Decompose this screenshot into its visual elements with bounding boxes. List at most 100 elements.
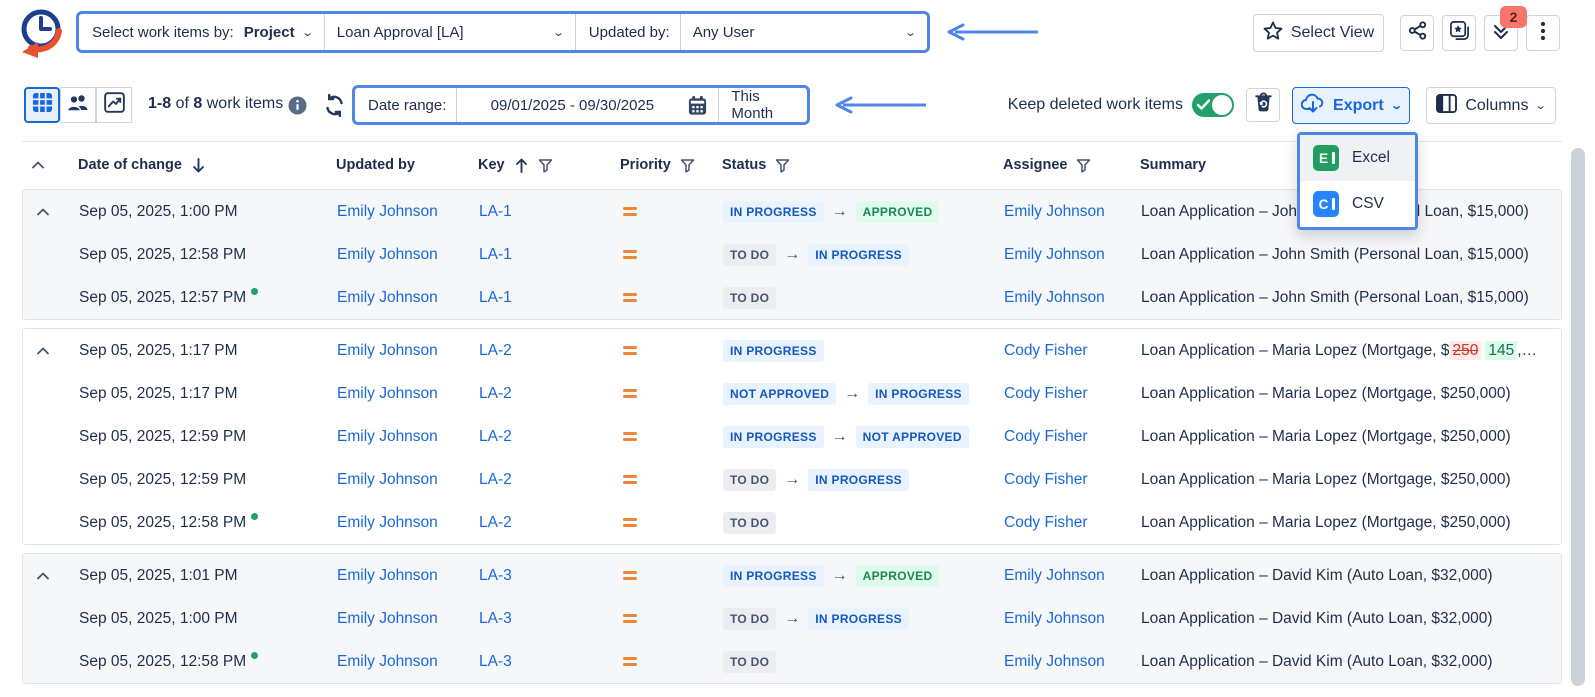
date-of-change: Sep 05, 2025, 1:01 PM	[79, 554, 238, 597]
toggle-knob	[1212, 95, 1232, 115]
refresh-icon[interactable]	[324, 94, 345, 122]
work-item-key-link[interactable]: LA-3	[479, 597, 512, 640]
work-item-key-link[interactable]: LA-3	[479, 640, 512, 683]
assignee-user-link[interactable]: Cody Fisher	[1004, 329, 1088, 372]
collapse-all-rows-chevron[interactable]	[32, 142, 44, 188]
work-item-key-link[interactable]: LA-3	[479, 554, 512, 597]
assignee-user-link[interactable]: Emily Johnson	[1004, 554, 1105, 597]
updated-by-user-link[interactable]: Emily Johnson	[337, 190, 438, 233]
header-assignee[interactable]: Assignee	[1003, 142, 1091, 188]
header-key[interactable]: Key	[478, 142, 553, 188]
status-badge: TO DO	[723, 512, 776, 534]
vertical-scrollbar[interactable]	[1571, 148, 1585, 686]
updated-by-user-link[interactable]: Emily Johnson	[337, 329, 438, 372]
table-view-icon	[32, 92, 53, 118]
work-item-key-link[interactable]: LA-2	[479, 329, 512, 372]
project-dropdown[interactable]: Loan Approval [LA] ⌄	[325, 14, 575, 50]
transition-arrow-icon: →	[784, 471, 800, 489]
work-item-key-link[interactable]: LA-2	[479, 458, 512, 501]
date-of-change: Sep 05, 2025, 12:58 PM	[79, 640, 258, 683]
filter-funnel-icon[interactable]	[538, 158, 553, 173]
date-range-bar: Date range: 09/01/2025 - 09/30/2025	[352, 85, 810, 125]
assignee-user-link[interactable]: Emily Johnson	[1004, 276, 1105, 319]
select-view-button[interactable]: Select View	[1253, 14, 1384, 52]
assignee-user-link[interactable]: Cody Fisher	[1004, 458, 1088, 501]
assignee-user-link[interactable]: Emily Johnson	[1004, 190, 1105, 233]
updated-by-user-link[interactable]: Emily Johnson	[337, 554, 438, 597]
updated-by-user-link[interactable]: Emily Johnson	[337, 276, 438, 319]
columns-label: Columns	[1465, 97, 1528, 115]
transition-arrow-icon: →	[844, 385, 860, 403]
updated-by-user-link[interactable]: Emily Johnson	[337, 640, 438, 683]
deleted-items-button[interactable]	[1246, 88, 1280, 122]
more-menu-button[interactable]	[1526, 15, 1560, 51]
assignee-user-link[interactable]: Emily Johnson	[1004, 597, 1105, 640]
keep-deleted-toggle[interactable]	[1192, 93, 1234, 117]
updated-by-user-link[interactable]: Emily Johnson	[337, 501, 438, 544]
header-updated-by[interactable]: Updated by	[336, 142, 415, 188]
status-badge: IN PROGRESS	[808, 244, 909, 266]
header-priority[interactable]: Priority	[620, 142, 695, 188]
assignee-user-link[interactable]: Cody Fisher	[1004, 501, 1088, 544]
group-collapse-chevron[interactable]	[37, 554, 49, 597]
work-item-key-link[interactable]: LA-2	[479, 415, 512, 458]
columns-button[interactable]: Columns ⌄	[1426, 87, 1556, 124]
saved-views-icon	[1449, 20, 1470, 46]
summary-text: Loan Application – Maria Lopez (Mortgage…	[1141, 372, 1549, 415]
work-item-key-link[interactable]: LA-2	[479, 501, 512, 544]
export-option-excel[interactable]: EExcel	[1300, 135, 1415, 181]
people-view-icon	[67, 93, 89, 117]
assignee-user-link[interactable]: Emily Johnson	[1004, 640, 1105, 683]
sort-desc-icon[interactable]	[191, 157, 206, 174]
app-logo-clock-icon	[14, 4, 68, 65]
info-icon[interactable]	[288, 96, 307, 120]
updated-by-user-link[interactable]: Emily Johnson	[337, 415, 438, 458]
export-option-label: Excel	[1352, 149, 1390, 167]
chart-view-button[interactable]	[96, 87, 132, 123]
created-indicator-dot	[251, 288, 258, 295]
updated-by-user-link[interactable]: Emily Johnson	[337, 458, 438, 501]
history-row: Sep 05, 2025, 1:17 PMEmily JohnsonLA-2NO…	[23, 372, 1561, 415]
work-item-key-link[interactable]: LA-2	[479, 372, 512, 415]
transition-arrow-icon: →	[832, 203, 848, 221]
updated-by-user-link[interactable]: Emily Johnson	[337, 597, 438, 640]
work-item-key-link[interactable]: LA-1	[479, 190, 512, 233]
summary-removed-value: 250	[1449, 341, 1481, 360]
calendar-icon[interactable]	[687, 88, 718, 122]
assignee-user-link[interactable]: Cody Fisher	[1004, 372, 1088, 415]
filter-funnel-icon[interactable]	[1076, 158, 1091, 173]
updated-by-dropdown[interactable]: Any User ⌄	[681, 14, 927, 50]
updated-by-user-link[interactable]: Emily Johnson	[337, 372, 438, 415]
export-dropdown-menu: EExcelCCSV	[1297, 132, 1418, 230]
work-item-key-link[interactable]: LA-1	[479, 233, 512, 276]
group-collapse-chevron[interactable]	[37, 329, 49, 372]
people-view-button[interactable]	[60, 87, 96, 123]
history-row: Sep 05, 2025, 12:58 PMEmily JohnsonLA-1T…	[23, 233, 1561, 276]
select-mode-dropdown[interactable]: Project ⌄	[244, 14, 324, 50]
filter-funnel-icon[interactable]	[680, 158, 695, 173]
share-button[interactable]	[1400, 15, 1434, 51]
check-icon	[1197, 99, 1210, 111]
filter-funnel-icon[interactable]	[775, 158, 790, 173]
group-collapse-chevron[interactable]	[37, 190, 49, 233]
updated-by-user-link[interactable]: Emily Johnson	[337, 233, 438, 276]
date-range-input[interactable]: 09/01/2025 - 09/30/2025	[457, 88, 687, 122]
table-view-button[interactable]	[24, 87, 60, 123]
export-button[interactable]: Export ⌄	[1292, 87, 1410, 124]
notification-badge: 2	[1500, 6, 1527, 28]
priority-medium-icon	[623, 329, 637, 372]
assignee-user-link[interactable]: Cody Fisher	[1004, 415, 1088, 458]
status-badge: IN PROGRESS	[723, 340, 824, 362]
header-status[interactable]: Status	[722, 142, 790, 188]
header-summary[interactable]: Summary	[1140, 142, 1206, 188]
work-item-group-LA-3: Sep 05, 2025, 1:01 PMEmily JohnsonLA-3IN…	[22, 553, 1562, 684]
date-preset-button[interactable]: This Month	[719, 88, 807, 122]
work-item-key-link[interactable]: LA-1	[479, 276, 512, 319]
sort-asc-icon[interactable]	[514, 157, 529, 174]
status-badge: IN PROGRESS	[723, 201, 824, 223]
header-date-of-change[interactable]: Date of change	[78, 142, 206, 188]
saved-views-button[interactable]	[1442, 15, 1476, 51]
work-item-history-table: Sep 05, 2025, 1:00 PMEmily JohnsonLA-1IN…	[0, 189, 1595, 692]
assignee-user-link[interactable]: Emily Johnson	[1004, 233, 1105, 276]
export-option-csv[interactable]: CCSV	[1300, 181, 1415, 227]
